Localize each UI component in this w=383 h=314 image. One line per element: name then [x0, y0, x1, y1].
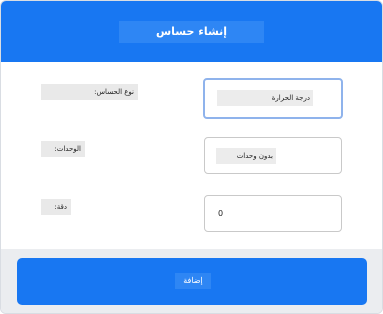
units-label: الوحدات: [41, 141, 85, 157]
decimals-value: 0 [218, 209, 224, 218]
sensor-type-value: درجة الحرارة [217, 90, 313, 106]
add-button[interactable]: إضافة [17, 258, 367, 305]
dialog-title: إنشاء حساس [119, 21, 264, 43]
sensor-type-select[interactable]: درجة الحرارة [203, 78, 343, 119]
decimals-input[interactable]: 0 [204, 195, 342, 232]
dialog-header: إنشاء حساس [1, 1, 382, 62]
decimals-label: دقة: [41, 199, 71, 215]
sensor-type-label: نوع الحساس: [41, 84, 138, 100]
create-sensor-dialog: إنشاء حساس نوع الحساس: درجة الحرارة الوح… [0, 0, 383, 314]
add-button-label: إضافة [175, 273, 211, 289]
units-input[interactable]: بدون وحدات [204, 137, 342, 174]
units-value: بدون وحدات [216, 148, 276, 164]
